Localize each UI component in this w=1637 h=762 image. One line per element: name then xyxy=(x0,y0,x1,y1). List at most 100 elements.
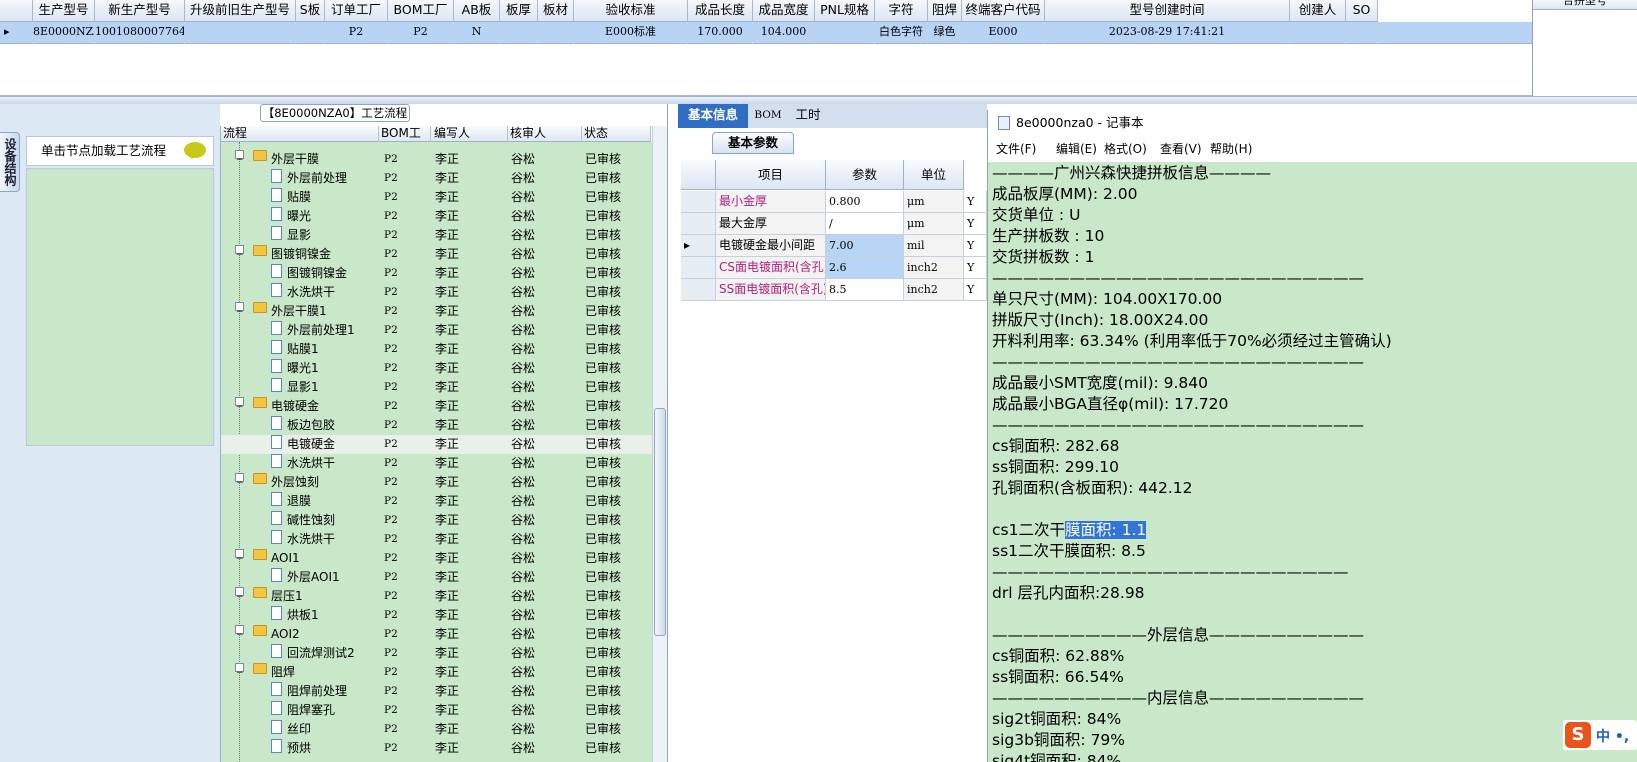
process-tree[interactable]: 流程BOM工厂编写人核审人状态 −外层干膜P2李正谷松已审核外层前处理P2李正谷… xyxy=(220,126,667,762)
grid-cell[interactable] xyxy=(296,22,325,44)
tree-node-label[interactable]: 水洗烘干 xyxy=(287,530,335,549)
column-header[interactable]: 核审人 xyxy=(508,126,582,142)
column-header[interactable]: S板 xyxy=(296,0,325,22)
column-header[interactable]: 成品长度 xyxy=(688,0,753,22)
tree-node-label[interactable]: 阻焊塞孔 xyxy=(287,701,335,720)
tab-bom[interactable]: BOM xyxy=(750,104,786,128)
tab-basic-info[interactable]: 基本信息 xyxy=(678,104,748,128)
collapse-icon[interactable]: − xyxy=(235,150,244,165)
grid-cell[interactable]: 10010800077647 xyxy=(95,22,185,44)
tree-row[interactable]: 外层前处理1 P2 李正 谷松 已审核 xyxy=(221,321,653,340)
grid-cell[interactable]: 8E0000NZA0 xyxy=(33,22,95,44)
menu-item[interactable]: 查看(V) xyxy=(1160,138,1202,160)
column-header[interactable]: SO xyxy=(1346,0,1378,22)
tree-row[interactable]: 外层AOI1 P2 李正 谷松 已审核 xyxy=(221,568,653,587)
tree-row[interactable]: 水洗烘干 P2 李正 谷松 已审核 xyxy=(221,530,653,549)
tree-node-label[interactable]: 贴膜1 xyxy=(287,340,319,359)
column-header[interactable]: 编写人 xyxy=(432,126,508,142)
tree-node-label[interactable]: AOI1 xyxy=(271,549,300,568)
grid-cell[interactable]: 绿色 xyxy=(928,22,962,44)
tree-row[interactable]: 贴膜 P2 李正 谷松 已审核 xyxy=(221,188,653,207)
column-header[interactable]: 参数 xyxy=(826,160,904,190)
grid-cell[interactable]: E000标准 xyxy=(574,22,688,44)
grid-cell[interactable]: P2 xyxy=(325,22,388,44)
param-row[interactable]: SS面电镀面积(含孔) 8.5 inch2 Y xyxy=(681,279,987,301)
column-header[interactable]: 升级前旧生产型号 xyxy=(185,0,296,22)
tree-node-label[interactable]: 外层AOI1 xyxy=(287,568,340,587)
tree-row[interactable]: − 阻焊 P2 李正 谷松 已审核 xyxy=(221,663,653,682)
collapse-icon[interactable]: − xyxy=(235,473,244,488)
grid-cell[interactable]: 170.000 xyxy=(688,22,753,44)
column-header[interactable]: BOM工厂 xyxy=(379,126,431,155)
tree-node-label[interactable]: 曝光 xyxy=(287,207,311,226)
tree-row[interactable]: 水洗烘干 P2 李正 谷松 已审核 xyxy=(221,454,653,473)
tree-node-label[interactable]: 曝光1 xyxy=(287,359,319,378)
tree-row[interactable]: 曝光1 P2 李正 谷松 已审核 xyxy=(221,359,653,378)
grid-cell[interactable] xyxy=(1290,22,1346,44)
tree-node-label[interactable]: 层压1 xyxy=(271,587,303,606)
tree-node-label[interactable]: 预烘 xyxy=(287,739,311,758)
collapse-icon[interactable]: − xyxy=(235,625,244,640)
tree-row[interactable]: − 图镀铜镍金 P2 李正 谷松 已审核 xyxy=(221,245,653,264)
grid-cell[interactable] xyxy=(185,22,296,44)
tree-row[interactable]: 图镀铜镍金 P2 李正 谷松 已审核 xyxy=(221,264,653,283)
column-header[interactable]: 生产型号 xyxy=(33,0,95,22)
side-tab-equipment[interactable]: 设备结构 xyxy=(0,132,20,192)
tree-row[interactable]: 电镀硬金 P2 李正 谷松 已审核 xyxy=(221,435,653,454)
equipment-tree[interactable] xyxy=(26,168,214,446)
tree-row[interactable]: 碱性蚀刻 P2 李正 谷松 已审核 xyxy=(221,511,653,530)
tree-node-label[interactable]: 显影1 xyxy=(287,378,319,397)
tree-node-label[interactable]: 板边包胶 xyxy=(287,416,335,435)
param-row[interactable]: ▸ 电镀硬金最小间距 7.00 mil Y xyxy=(681,235,987,257)
tree-row[interactable]: 回流焊测试2 P2 李正 谷松 已审核 xyxy=(221,644,653,663)
tab-work-hours[interactable]: 工时 xyxy=(788,104,828,128)
tree-node-label[interactable]: AOI2 xyxy=(271,625,300,644)
menu-item[interactable]: 帮助(H) xyxy=(1210,138,1252,160)
column-header[interactable]: 成品宽度 xyxy=(753,0,815,22)
tree-row[interactable]: 显影 P2 李正 谷松 已审核 xyxy=(221,226,653,245)
param-value[interactable]: 0.800 xyxy=(826,191,904,213)
collapse-icon[interactable]: − xyxy=(235,587,244,602)
tree-row[interactable]: − 层压1 P2 李正 谷松 已审核 xyxy=(221,587,653,606)
process-tree-body[interactable]: − 外层干膜 P2 李正 谷松 已审核 外层前处理 P2 李正 谷松 已审核 贴膜 P2 李正 谷松 已审核曝… xyxy=(221,142,653,762)
tree-node-label[interactable]: 外层前处理1 xyxy=(287,321,355,340)
column-header[interactable]: 终端客户代码 xyxy=(962,0,1045,22)
params-grid[interactable]: 项目 参数 单位 最小金厚 0.800 μm Y 最大金厚 / μm Y ▸ 电镀硬金最小间距 7.00 m… xyxy=(681,160,987,302)
menu-item[interactable]: 编辑(E) xyxy=(1056,138,1097,160)
tree-node-label[interactable]: 外层蚀刻 xyxy=(271,473,319,492)
grid-cell[interactable]: E000 xyxy=(962,22,1045,44)
column-header[interactable]: PNL规格 xyxy=(815,0,875,22)
collapse-icon[interactable]: − xyxy=(235,397,244,412)
tree-row[interactable]: 贴膜1 P2 李正 谷松 已审核 xyxy=(221,340,653,359)
column-header[interactable]: 板厚 xyxy=(500,0,538,22)
notepad-text-area[interactable]: ————广州兴森快捷拼板信息———— 成品板厚(MM): 2.00 交货单位 : U… xyxy=(988,162,1637,762)
column-header[interactable]: 单位 xyxy=(904,160,964,190)
column-header[interactable]: 字符 xyxy=(875,0,928,22)
column-header[interactable]: 订单工厂 xyxy=(325,0,388,22)
tree-node-label[interactable]: 显影 xyxy=(287,226,311,245)
collapse-icon[interactable]: − xyxy=(235,663,244,678)
tree-row[interactable]: 烘板1 P2 李正 谷松 已审核 xyxy=(221,606,653,625)
tree-row[interactable]: − AOI1 P2 李正 谷松 已审核 xyxy=(221,549,653,568)
tree-row[interactable]: 外层前处理 P2 李正 谷松 已审核 xyxy=(221,169,653,188)
tree-row[interactable]: 曝光 P2 李正 谷松 已审核 xyxy=(221,207,653,226)
tree-node-label[interactable]: 电镀硬金 xyxy=(271,397,319,416)
tree-row[interactable]: 退膜 P2 李正 谷松 已审核 xyxy=(221,492,653,511)
ime-mode-label[interactable]: 中 •, xyxy=(1596,726,1629,746)
param-row[interactable]: 最大金厚 / μm Y xyxy=(681,213,987,235)
tree-row[interactable]: 阻焊前处理 P2 李正 谷松 已审核 xyxy=(221,682,653,701)
tree-row[interactable]: − 电镀硬金 P2 李正 谷松 已审核 xyxy=(221,397,653,416)
column-header[interactable]: 流程 xyxy=(221,126,379,142)
collapse-icon[interactable]: − xyxy=(235,549,244,564)
tree-row[interactable]: 丝印 P2 李正 谷松 已审核 xyxy=(221,720,653,739)
tree-node-label[interactable]: 退膜 xyxy=(287,492,311,511)
grid-cell[interactable]: 2023-08-29 17:41:21 xyxy=(1045,22,1290,44)
column-header[interactable]: 板材 xyxy=(538,0,574,22)
column-header[interactable]: 新生产型号 xyxy=(95,0,185,22)
param-value[interactable]: 7.00 xyxy=(826,235,904,257)
tree-node-label[interactable]: 阻焊前处理 xyxy=(287,682,347,701)
menu-item[interactable]: 格式(O) xyxy=(1104,138,1147,160)
model-grid-row[interactable]: ▸8E0000NZA010010800077647P2P2NE000标准170.… xyxy=(0,22,1532,44)
column-header[interactable]: 阻焊 xyxy=(928,0,962,22)
tree-node-label[interactable]: 烘板1 xyxy=(287,606,319,625)
